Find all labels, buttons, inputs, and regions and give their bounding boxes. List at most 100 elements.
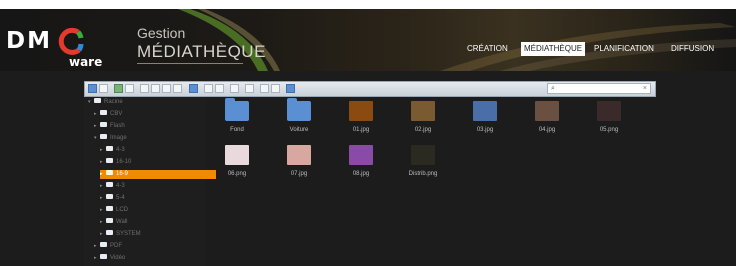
folder-icon bbox=[100, 121, 107, 127]
tree-item-label: Wall bbox=[116, 219, 128, 225]
title-underline bbox=[137, 63, 243, 64]
file-item[interactable]: 02.jpg bbox=[398, 101, 448, 141]
nav-creation[interactable]: CRÉATION bbox=[467, 42, 508, 56]
tree-item-label: SYSTEM bbox=[116, 231, 141, 237]
tree-item[interactable]: ▸ SYSTEM bbox=[100, 229, 141, 239]
file-name: 05.png bbox=[599, 127, 619, 133]
upload-icon[interactable] bbox=[204, 84, 213, 93]
file-item[interactable]: 05.png bbox=[584, 101, 634, 141]
tree-item-label: 16-10 bbox=[116, 159, 132, 165]
tree-item[interactable]: ▸ CBV bbox=[94, 109, 123, 119]
logo-ware: ware bbox=[69, 55, 103, 69]
image-thumbnail bbox=[597, 101, 621, 121]
cut-icon[interactable] bbox=[151, 84, 160, 93]
file-name: 01.jpg bbox=[352, 127, 370, 133]
folder-icon bbox=[106, 157, 113, 163]
header-swoosh-decoration bbox=[178, 9, 736, 71]
app-window: DM ware Gestion MÉDIATHÈQUE CRÉATION MÉD… bbox=[0, 9, 736, 266]
file-item[interactable]: 01.jpg bbox=[336, 101, 386, 141]
info-icon[interactable] bbox=[173, 84, 182, 93]
section-title: MÉDIATHÈQUE bbox=[137, 42, 266, 61]
file-item[interactable]: 07.jpg bbox=[274, 145, 324, 185]
header: DM ware Gestion MÉDIATHÈQUE CRÉATION MÉD… bbox=[0, 9, 736, 71]
help-icon[interactable] bbox=[286, 84, 295, 93]
tree-item-label: Racine bbox=[104, 99, 123, 105]
file-name: 08.jpg bbox=[352, 171, 370, 177]
file-item[interactable]: Distrib.png bbox=[398, 145, 448, 185]
tree-item-label: 4-3 bbox=[116, 183, 125, 189]
search-input[interactable]: ⌕ × bbox=[547, 83, 651, 94]
up-icon[interactable] bbox=[114, 84, 123, 93]
folder-icon bbox=[287, 98, 311, 121]
image-thumbnail bbox=[473, 101, 497, 121]
tree-item-label: 4-3 bbox=[116, 147, 125, 153]
tree-item[interactable]: ▸ 4-3 bbox=[100, 145, 125, 155]
tree-item[interactable]: ▸ PDF bbox=[94, 241, 122, 251]
nav-diffusion[interactable]: DIFFUSION bbox=[671, 42, 714, 56]
logo-c-ring bbox=[58, 27, 84, 55]
folder-icon bbox=[94, 97, 101, 103]
folder-icon bbox=[106, 217, 113, 223]
view-icons-icon[interactable] bbox=[260, 84, 269, 93]
search-icon: ⌕ bbox=[551, 85, 555, 92]
image-thumbnail bbox=[225, 145, 249, 165]
file-name: 03.jpg bbox=[476, 127, 494, 133]
file-name: 06.png bbox=[227, 171, 247, 177]
tree-item[interactable]: ▸ Flash bbox=[94, 121, 125, 131]
tree-item[interactable]: ▸ 5-4 bbox=[100, 193, 125, 203]
folder-icon bbox=[106, 193, 113, 199]
tree-item-label: Image bbox=[110, 135, 127, 141]
tree-item[interactable]: ▾ Racine bbox=[88, 97, 123, 107]
tree-item[interactable]: ▸ 4-3 bbox=[100, 181, 125, 191]
view-list-icon[interactable] bbox=[271, 84, 280, 93]
tree-item[interactable]: ▸ LCD bbox=[100, 205, 129, 215]
folder-icon bbox=[106, 169, 113, 175]
tree-item-label: PDF bbox=[110, 243, 122, 249]
file-name: 02.jpg bbox=[414, 127, 432, 133]
delete-icon[interactable] bbox=[230, 84, 239, 93]
image-thumbnail bbox=[535, 101, 559, 121]
file-name: Voiture bbox=[289, 127, 309, 133]
folder-icon bbox=[225, 98, 249, 121]
file-name: 07.jpg bbox=[290, 171, 308, 177]
refresh-icon[interactable] bbox=[125, 84, 134, 93]
tree-item[interactable]: ▸ 16-10 bbox=[100, 157, 132, 167]
tree-item-label: 16-9 bbox=[116, 171, 129, 177]
file-item[interactable]: 04.jpg bbox=[522, 101, 572, 141]
file-item[interactable]: 03.jpg bbox=[460, 101, 510, 141]
nav-mediatheque[interactable]: MÉDIATHÈQUE bbox=[521, 42, 586, 56]
back-icon[interactable] bbox=[88, 84, 97, 93]
tree-item-label: LCD bbox=[116, 207, 129, 213]
paste-icon[interactable] bbox=[162, 84, 171, 93]
rename-icon[interactable] bbox=[215, 84, 224, 93]
file-item[interactable]: Voiture bbox=[274, 98, 324, 141]
folder-icon bbox=[100, 133, 107, 139]
folder-icon bbox=[100, 241, 107, 247]
file-name: 04.jpg bbox=[538, 127, 556, 133]
new-folder-icon[interactable] bbox=[189, 84, 198, 93]
nav-planification[interactable]: PLANIFICATION bbox=[594, 42, 654, 56]
image-thumbnail bbox=[349, 101, 373, 121]
forward-icon[interactable] bbox=[99, 84, 108, 93]
file-manager: ⌕ × ▾ Racine ▸ CBV ▸ Flash ▾ Image ▸ 4-3 ▸ 16-10 ▸ 16… bbox=[0, 71, 736, 266]
file-item[interactable]: 08.jpg bbox=[336, 145, 386, 185]
file-grid: Fond Voiture 01.jpg 02.jpg 03.jpg 04.jpg 05.pn… bbox=[212, 98, 652, 261]
tree-item-label: 5-4 bbox=[116, 195, 125, 201]
file-item[interactable]: 06.png bbox=[212, 145, 262, 185]
image-thumbnail bbox=[411, 145, 435, 165]
folder-icon bbox=[100, 253, 107, 259]
folder-tree: ▾ Racine ▸ CBV ▸ Flash ▾ Image ▸ 4-3 ▸ 16-10 ▸ 16-9 ▸ 4… bbox=[84, 97, 216, 266]
tree-item[interactable]: ▸ 16-9 bbox=[100, 169, 216, 179]
logo-dm: DM bbox=[6, 28, 52, 54]
tree-item[interactable]: ▸ Vidéo bbox=[94, 253, 125, 263]
file-item[interactable]: Fond bbox=[212, 98, 262, 141]
tree-item[interactable]: ▾ Image bbox=[94, 133, 127, 143]
copy-icon[interactable] bbox=[140, 84, 149, 93]
tree-item-label: CBV bbox=[110, 111, 123, 117]
section-subtitle: Gestion bbox=[137, 25, 186, 41]
folder-icon bbox=[106, 205, 113, 211]
tree-item[interactable]: ▸ Wall bbox=[100, 217, 128, 227]
clear-search-icon[interactable]: × bbox=[643, 84, 647, 93]
edit-icon[interactable] bbox=[245, 84, 254, 93]
folder-icon bbox=[106, 181, 113, 187]
